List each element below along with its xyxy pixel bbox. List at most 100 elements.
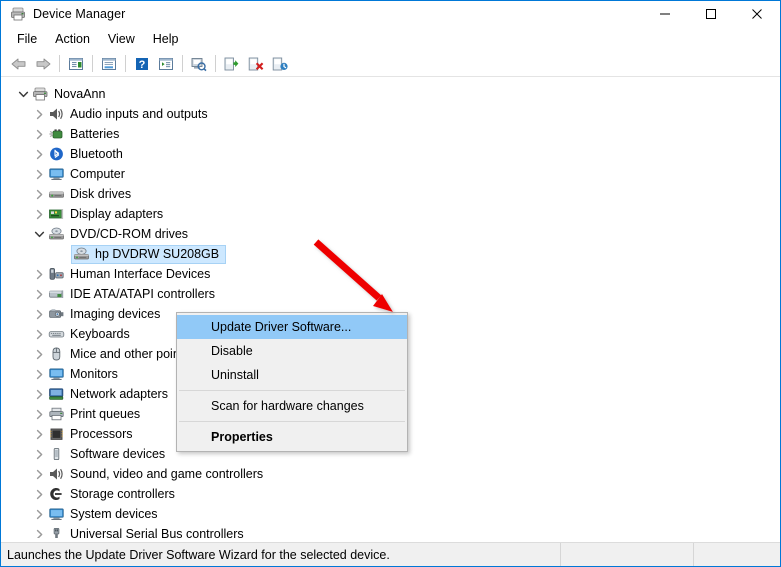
monitor-icon: [48, 366, 65, 382]
tree-row[interactable]: Storage controllers: [7, 484, 775, 504]
chevron-down-icon[interactable]: [15, 86, 31, 102]
tree-item[interactable]: Network adapters: [47, 385, 174, 404]
scan-for-hardware-changes-icon[interactable]: [187, 53, 211, 75]
context-menu-item[interactable]: Uninstall: [177, 363, 407, 387]
device-tree-pane[interactable]: NovaAnn Audio inputs and outputs Batteries…: [6, 79, 776, 539]
tree-item-label: Display adapters: [70, 207, 164, 221]
tree-row[interactable]: Audio inputs and outputs: [7, 104, 775, 124]
tree-row[interactable]: IDE ATA/ATAPI controllers: [7, 284, 775, 304]
tree-row[interactable]: DVD/CD-ROM drives: [7, 224, 775, 244]
tree-item[interactable]: Storage controllers: [47, 485, 181, 504]
chevron-right-icon[interactable]: [31, 166, 47, 182]
chevron-right-icon[interactable]: [31, 386, 47, 402]
tree-row[interactable]: Display adapters: [7, 204, 775, 224]
chevron-right-icon[interactable]: [31, 486, 47, 502]
tree-item[interactable]: Sound, video and game controllers: [47, 465, 269, 484]
menu-view[interactable]: View: [99, 29, 144, 49]
tree-item-label: IDE ATA/ATAPI controllers: [70, 287, 215, 301]
window-title: Device Manager: [33, 7, 126, 21]
tree-row[interactable]: Sound, video and game controllers: [7, 464, 775, 484]
properties-icon[interactable]: [97, 53, 121, 75]
selected-device[interactable]: hp DVDRW SU208GB: [71, 244, 227, 264]
chevron-down-icon[interactable]: [31, 226, 47, 242]
tree-row[interactable]: System devices: [7, 504, 775, 524]
toolbar-separator: [92, 55, 93, 72]
tree-row[interactable]: Universal Serial Bus controllers: [7, 524, 775, 538]
tree-item[interactable]: Imaging devices: [47, 305, 166, 324]
mouse-icon: [48, 346, 65, 362]
chevron-right-icon[interactable]: [31, 206, 47, 222]
context-menu-item[interactable]: Scan for hardware changes: [177, 394, 407, 418]
disable-device-icon[interactable]: [268, 53, 292, 75]
chevron-right-icon[interactable]: [31, 406, 47, 422]
chevron-right-icon[interactable]: [31, 346, 47, 362]
tree-item[interactable]: Disk drives: [47, 185, 137, 204]
toolbar-separator: [59, 55, 60, 72]
printer-icon: [48, 406, 65, 422]
context-menu-item[interactable]: Update Driver Software...: [177, 315, 407, 339]
tree-item[interactable]: Display adapters: [47, 205, 169, 224]
tree-item[interactable]: Universal Serial Bus controllers: [47, 525, 250, 538]
tree-row[interactable]: Human Interface Devices: [7, 264, 775, 284]
chevron-right-icon[interactable]: [31, 326, 47, 342]
tree-item-label: Batteries: [70, 127, 120, 141]
chevron-right-icon[interactable]: [31, 506, 47, 522]
tree-item-label: DVD/CD-ROM drives: [70, 227, 189, 241]
help-icon[interactable]: ?: [130, 53, 154, 75]
back-icon[interactable]: [7, 53, 31, 75]
chevron-right-icon[interactable]: [31, 146, 47, 162]
tree-item[interactable]: IDE ATA/ATAPI controllers: [47, 285, 221, 304]
tree-row[interactable]: Bluetooth: [7, 144, 775, 164]
tree-item[interactable]: System devices: [47, 505, 164, 524]
tree-item[interactable]: Keyboards: [47, 325, 136, 344]
show-hide-action-pane-icon[interactable]: [154, 53, 178, 75]
chevron-right-icon[interactable]: [31, 106, 47, 122]
update-driver-software-icon[interactable]: [220, 53, 244, 75]
show-hide-console-tree-icon[interactable]: [64, 53, 88, 75]
chevron-right-icon[interactable]: [31, 426, 47, 442]
device-tree: NovaAnn Audio inputs and outputs Batteries…: [7, 80, 775, 538]
chevron-right-icon[interactable]: [31, 286, 47, 302]
tree-item[interactable]: Batteries: [47, 125, 125, 144]
close-button[interactable]: [734, 1, 780, 27]
menu-action[interactable]: Action: [46, 29, 99, 49]
chevron-right-icon[interactable]: [31, 306, 47, 322]
menu-file[interactable]: File: [8, 29, 46, 49]
chevron-right-icon[interactable]: [31, 126, 47, 142]
forward-icon[interactable]: [31, 53, 55, 75]
context-menu-item[interactable]: Properties: [177, 425, 407, 449]
tree-item-label: NovaAnn: [54, 87, 106, 101]
tree-item[interactable]: Human Interface Devices: [47, 265, 216, 284]
tree-item-label: Human Interface Devices: [70, 267, 211, 281]
tree-item-label: Keyboards: [70, 327, 130, 341]
toolbar-separator: [215, 55, 216, 72]
minimize-button[interactable]: [642, 1, 688, 27]
tree-row[interactable]: NovaAnn: [7, 84, 775, 104]
menu-help[interactable]: Help: [144, 29, 188, 49]
tree-item[interactable]: Print queues: [47, 405, 146, 424]
chevron-right-icon[interactable]: [31, 466, 47, 482]
tree-item[interactable]: DVD/CD-ROM drives: [47, 225, 194, 244]
context-menu[interactable]: Update Driver Software... Disable Uninstal…: [176, 312, 408, 452]
tree-row[interactable]: hp DVDRW SU208GB: [7, 244, 775, 264]
tree-row[interactable]: Computer: [7, 164, 775, 184]
toolbar-separator: [125, 55, 126, 72]
tree-item[interactable]: Processors: [47, 425, 139, 444]
chevron-right-icon[interactable]: [31, 266, 47, 282]
tree-row[interactable]: Disk drives: [7, 184, 775, 204]
tree-item[interactable]: Bluetooth: [47, 145, 129, 164]
tree-item[interactable]: Monitors: [47, 365, 124, 384]
tree-item[interactable]: Software devices: [47, 445, 171, 464]
tree-item[interactable]: Audio inputs and outputs: [47, 105, 214, 124]
chevron-right-icon[interactable]: [31, 526, 47, 538]
chevron-right-icon[interactable]: [31, 366, 47, 382]
tree-item[interactable]: NovaAnn: [31, 85, 111, 104]
maximize-button[interactable]: [688, 1, 734, 27]
tree-item[interactable]: Computer: [47, 165, 131, 184]
context-menu-separator: [179, 421, 405, 422]
chevron-right-icon[interactable]: [31, 186, 47, 202]
chevron-right-icon[interactable]: [31, 446, 47, 462]
tree-row[interactable]: Batteries: [7, 124, 775, 144]
uninstall-device-icon[interactable]: [244, 53, 268, 75]
context-menu-item[interactable]: Disable: [177, 339, 407, 363]
